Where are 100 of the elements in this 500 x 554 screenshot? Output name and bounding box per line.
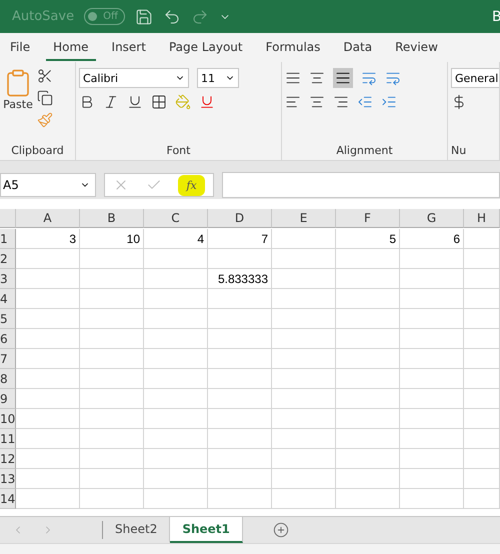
row-header[interactable]: 11 [0, 429, 16, 449]
table-cell[interactable] [464, 429, 500, 449]
table-cell[interactable] [144, 269, 208, 289]
table-cell[interactable] [208, 249, 272, 269]
italic-icon[interactable] [103, 94, 119, 110]
insert-function-button[interactable]: fx [178, 174, 205, 196]
table-cell[interactable] [336, 409, 400, 429]
table-cell[interactable] [272, 269, 336, 289]
table-cell[interactable] [464, 369, 500, 389]
align-right-icon[interactable] [333, 94, 349, 110]
table-cell[interactable]: 7 [208, 229, 272, 249]
table-cell[interactable] [16, 349, 80, 369]
table-cell[interactable] [464, 389, 500, 409]
table-cell[interactable] [80, 269, 144, 289]
column-header[interactable]: A [16, 209, 80, 228]
column-header[interactable]: B [80, 209, 144, 228]
table-cell[interactable] [272, 249, 336, 269]
add-sheet-icon[interactable] [272, 522, 289, 538]
table-cell[interactable] [464, 249, 500, 269]
table-cell[interactable] [400, 469, 464, 489]
table-cell[interactable] [400, 249, 464, 269]
table-cell[interactable] [144, 449, 208, 469]
column-header[interactable]: H [464, 209, 500, 228]
column-header[interactable]: C [144, 209, 208, 228]
table-cell[interactable] [400, 309, 464, 329]
row-header[interactable]: 9 [0, 389, 16, 409]
table-cell[interactable] [336, 469, 400, 489]
table-cell[interactable] [464, 489, 500, 509]
table-cell[interactable] [80, 349, 144, 369]
table-cell[interactable] [336, 249, 400, 269]
table-cell[interactable] [272, 329, 336, 349]
formula-field[interactable] [222, 172, 500, 198]
table-cell[interactable] [208, 349, 272, 369]
table-cell[interactable] [400, 429, 464, 449]
table-cell[interactable] [272, 449, 336, 469]
table-cell[interactable] [464, 329, 500, 349]
table-cell[interactable] [272, 389, 336, 409]
table-cell[interactable] [272, 409, 336, 429]
table-cell[interactable] [208, 329, 272, 349]
table-cell[interactable] [144, 329, 208, 349]
table-cell[interactable] [336, 329, 400, 349]
cut-icon[interactable] [37, 68, 53, 84]
column-header[interactable]: E [272, 209, 336, 228]
font-color-icon[interactable] [199, 94, 215, 110]
top-align-icon[interactable] [285, 70, 301, 86]
wrap-text-icon[interactable] [385, 70, 401, 86]
table-cell[interactable] [272, 289, 336, 309]
column-header[interactable]: D [208, 209, 272, 228]
increase-indent-icon[interactable] [381, 94, 397, 110]
table-cell[interactable] [80, 409, 144, 429]
format-painter-icon[interactable] [37, 112, 53, 128]
table-cell[interactable] [464, 269, 500, 289]
row-header[interactable]: 4 [0, 289, 16, 309]
paste-button[interactable]: Paste [3, 68, 33, 144]
copy-icon[interactable] [37, 90, 53, 106]
table-cell[interactable] [272, 369, 336, 389]
table-cell[interactable] [336, 309, 400, 329]
table-cell[interactable] [144, 469, 208, 489]
table-cell[interactable] [208, 409, 272, 429]
row-header[interactable]: 6 [0, 329, 16, 349]
table-cell[interactable]: 6 [400, 229, 464, 249]
row-header[interactable]: 5 [0, 309, 16, 329]
table-cell[interactable] [80, 429, 144, 449]
table-cell[interactable] [272, 489, 336, 509]
table-cell[interactable] [400, 369, 464, 389]
middle-align-icon[interactable] [309, 70, 325, 86]
select-all-corner[interactable] [0, 209, 16, 228]
ribbon-tab[interactable]: Formulas [258, 34, 328, 61]
align-center-icon[interactable] [309, 94, 325, 110]
table-cell[interactable] [80, 469, 144, 489]
table-cell[interactable] [16, 269, 80, 289]
table-cell[interactable] [336, 369, 400, 389]
column-header[interactable]: G [400, 209, 464, 228]
row-header[interactable]: 14 [0, 489, 16, 509]
table-cell[interactable] [16, 429, 80, 449]
table-cell[interactable] [144, 249, 208, 269]
table-cell[interactable] [16, 389, 80, 409]
row-header[interactable]: 12 [0, 449, 16, 469]
table-cell[interactable] [144, 429, 208, 449]
table-cell[interactable] [272, 429, 336, 449]
table-cell[interactable] [208, 429, 272, 449]
table-cell[interactable] [400, 349, 464, 369]
align-left-icon[interactable] [285, 94, 301, 110]
table-cell[interactable] [16, 249, 80, 269]
table-cell[interactable] [16, 309, 80, 329]
table-cell[interactable] [80, 249, 144, 269]
table-cell[interactable] [464, 289, 500, 309]
ribbon-tab[interactable]: Page Layout [162, 34, 250, 61]
bottom-align-button[interactable] [333, 68, 353, 88]
table-cell[interactable] [336, 429, 400, 449]
table-cell[interactable] [80, 389, 144, 409]
table-cell[interactable] [16, 289, 80, 309]
table-cell[interactable] [400, 289, 464, 309]
table-cell[interactable] [272, 469, 336, 489]
table-cell[interactable]: 3 [16, 229, 80, 249]
table-cell[interactable] [208, 289, 272, 309]
table-cell[interactable] [272, 309, 336, 329]
table-cell[interactable] [16, 369, 80, 389]
save-icon[interactable] [134, 8, 153, 26]
table-cell[interactable] [208, 309, 272, 329]
